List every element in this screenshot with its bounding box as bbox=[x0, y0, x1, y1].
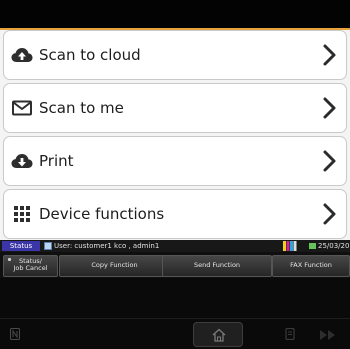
panel-divider bbox=[0, 318, 350, 319]
fax-function-button[interactable]: FAX Function bbox=[272, 255, 350, 277]
grid-icon bbox=[14, 206, 30, 222]
copy-function-label: Copy Function bbox=[91, 261, 138, 269]
status-job-cancel-button[interactable]: Status/ Job Cancel bbox=[3, 255, 58, 277]
envelope-icon bbox=[12, 100, 32, 116]
device-functions-label: Device functions bbox=[39, 205, 165, 223]
fax-function-label: FAX Function bbox=[290, 261, 332, 269]
send-function-button[interactable]: Send Function bbox=[162, 255, 272, 277]
control-panel bbox=[0, 278, 350, 349]
chevron-right-icon bbox=[323, 44, 336, 66]
status-job-cancel-label: Status/ Job Cancel bbox=[13, 257, 48, 272]
scan-to-me-label: Scan to me bbox=[39, 99, 124, 117]
forward-icon bbox=[320, 330, 335, 340]
toner-level-icon bbox=[283, 241, 297, 251]
print-label: Print bbox=[39, 152, 74, 170]
chevron-right-icon bbox=[323, 150, 336, 172]
scan-to-me-button[interactable]: Scan to me bbox=[3, 83, 347, 133]
chevron-right-icon bbox=[323, 203, 336, 225]
user-icon bbox=[44, 242, 52, 250]
function-bar: Status/ Job Cancel Copy Function Send Fu… bbox=[0, 252, 350, 278]
copy-function-button[interactable]: Copy Function bbox=[59, 255, 170, 277]
scan-to-cloud-label: Scan to cloud bbox=[39, 46, 141, 64]
chevron-right-icon bbox=[323, 97, 336, 119]
cloud-download-icon bbox=[11, 154, 33, 168]
send-function-label: Send Function bbox=[193, 261, 241, 269]
print-button[interactable]: Print bbox=[3, 136, 347, 186]
cloud-upload-icon bbox=[11, 48, 33, 62]
calendar-icon bbox=[309, 243, 316, 249]
nfc-icon bbox=[10, 328, 20, 340]
home-button[interactable] bbox=[193, 322, 243, 347]
status-chip[interactable]: Status bbox=[2, 241, 40, 251]
date-display: 25/03/202 bbox=[318, 242, 350, 250]
scan-to-cloud-button[interactable]: Scan to cloud bbox=[3, 30, 347, 80]
document-icon bbox=[285, 328, 295, 340]
home-icon bbox=[212, 328, 226, 342]
user-info: User: customer1 kco , admin1 bbox=[54, 242, 160, 250]
top-bezel bbox=[0, 0, 350, 28]
main-screen: Scan to cloud Scan to me Print Device fu… bbox=[0, 30, 350, 240]
device-functions-button[interactable]: Device functions bbox=[3, 189, 347, 239]
status-bar: Status User: customer1 kco , admin1 25/0… bbox=[0, 240, 350, 252]
